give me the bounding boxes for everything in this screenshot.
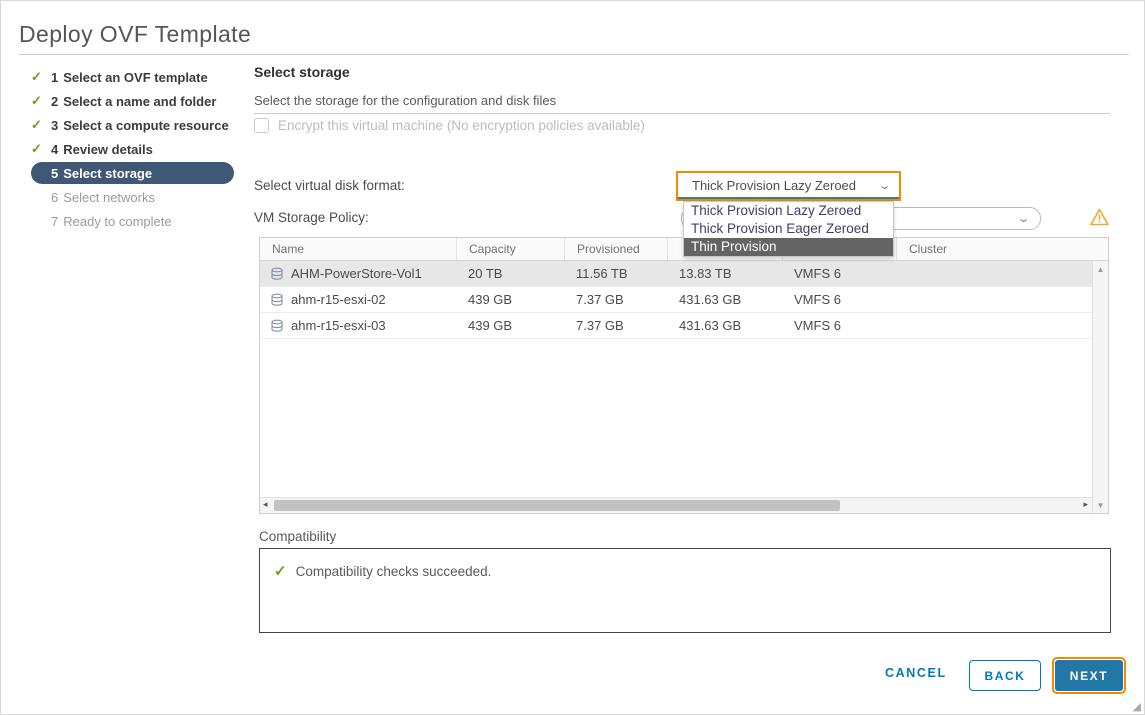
warning-triangle-icon: [1089, 207, 1110, 227]
disk-format-label: Select virtual disk format:: [254, 178, 405, 193]
checkmark-icon: ✓: [31, 117, 51, 133]
step-select-compute-resource[interactable]: ✓ 3 Select a compute resource: [31, 113, 241, 137]
datastore-name: ahm-r15-esxi-02: [291, 287, 386, 312]
step-label: Select a compute resource: [63, 118, 228, 133]
step-number: 3: [51, 118, 58, 133]
table-row-ahm-powerstore-vol1[interactable]: AHM-PowerStore-Vol1 20 TB 11.56 TB 13.83…: [260, 261, 1092, 287]
step-select-storage-active[interactable]: 5 Select storage: [31, 162, 234, 184]
compatibility-message: Compatibility checks succeeded.: [296, 564, 492, 579]
back-button[interactable]: BACK: [969, 660, 1041, 691]
column-header-capacity[interactable]: Capacity: [456, 238, 564, 260]
type-cell: VMFS 6: [782, 313, 896, 338]
horizontal-scrollbar[interactable]: ◂ ▸: [260, 497, 1092, 513]
page-title: Deploy OVF Template: [19, 21, 251, 48]
table-row-ahm-r15-esxi-02[interactable]: ahm-r15-esxi-02 439 GB 7.37 GB 431.63 GB…: [260, 287, 1092, 313]
datastore-icon: [270, 267, 284, 281]
free-cell: 431.63 GB: [667, 287, 782, 312]
capacity-cell: 20 TB: [456, 261, 564, 286]
disk-format-selected-value: Thick Provision Lazy Zeroed: [692, 178, 880, 193]
step-label: Select an OVF template: [63, 70, 208, 85]
title-divider: [19, 54, 1129, 55]
step-label: Select networks: [63, 190, 155, 205]
vertical-scrollbar[interactable]: ▲ ▼: [1092, 261, 1108, 513]
free-cell: 431.63 GB: [667, 313, 782, 338]
step-label: Review details: [63, 142, 153, 157]
step-ready-to-complete[interactable]: 7 Ready to complete: [31, 209, 241, 233]
datastore-icon: [270, 319, 284, 333]
step-label: Ready to complete: [63, 214, 171, 229]
step-number: 6: [51, 190, 58, 205]
column-header-cluster[interactable]: Cluster: [896, 238, 1108, 260]
type-cell: VMFS 6: [782, 261, 896, 286]
column-header-name[interactable]: Name: [260, 238, 456, 260]
encrypt-vm-checkbox[interactable]: [254, 118, 269, 133]
datastore-table: Name Capacity Provisioned Cluster AHM-Po…: [259, 237, 1109, 514]
step-number: 2: [51, 94, 58, 109]
provisioned-cell: 7.37 GB: [564, 313, 667, 338]
section-divider: [254, 113, 1110, 114]
step-number: 5: [51, 166, 58, 181]
scroll-up-arrow-icon[interactable]: ▲: [1093, 265, 1108, 274]
checkmark-icon: ✓: [31, 141, 51, 157]
step-number: 1: [51, 70, 58, 85]
chevron-down-icon: ⌄: [1017, 212, 1030, 225]
compatibility-label: Compatibility: [259, 529, 336, 544]
next-button-highlight: NEXT: [1052, 657, 1126, 694]
cluster-cell: [896, 287, 1092, 312]
checkmark-icon: ✓: [31, 93, 51, 109]
chevron-down-icon: ⌄: [878, 179, 891, 192]
compatibility-panel: ✓ Compatibility checks succeeded.: [259, 548, 1111, 633]
step-select-networks[interactable]: 6 Select networks: [31, 185, 241, 209]
menu-item-thick-eager[interactable]: Thick Provision Eager Zeroed: [684, 220, 893, 238]
cluster-cell: [896, 261, 1092, 286]
menu-item-thick-lazy[interactable]: Thick Provision Lazy Zeroed: [684, 202, 893, 220]
provisioned-cell: 7.37 GB: [564, 287, 667, 312]
disk-format-select[interactable]: Thick Provision Lazy Zeroed ⌄: [676, 171, 901, 201]
step-number: 4: [51, 142, 58, 157]
encrypt-vm-row: Encrypt this virtual machine (No encrypt…: [254, 115, 645, 135]
step-review-details[interactable]: ✓ 4 Review details: [31, 137, 241, 161]
scroll-left-arrow-icon[interactable]: ◂: [263, 499, 268, 510]
checkmark-icon: ✓: [274, 562, 287, 580]
deploy-ovf-template-dialog: Deploy OVF Template ✓ 1 Select an OVF te…: [0, 0, 1145, 715]
provisioned-cell: 11.56 TB: [564, 261, 667, 286]
capacity-cell: 439 GB: [456, 313, 564, 338]
capacity-cell: 439 GB: [456, 287, 564, 312]
step-label: Select storage: [63, 166, 152, 181]
step-select-name-folder[interactable]: ✓ 2 Select a name and folder: [31, 89, 241, 113]
scroll-down-arrow-icon[interactable]: ▼: [1093, 501, 1108, 510]
section-subheading: Select the storage for the configuration…: [254, 93, 556, 108]
resize-grip-icon[interactable]: ◢: [1133, 700, 1141, 713]
cancel-button[interactable]: CANCEL: [885, 666, 947, 680]
wizard-steps: ✓ 1 Select an OVF template ✓ 2 Select a …: [31, 65, 241, 233]
datastore-icon: [270, 293, 284, 307]
type-cell: VMFS 6: [782, 287, 896, 312]
storage-policy-label: VM Storage Policy:: [254, 210, 369, 225]
encrypt-vm-label: Encrypt this virtual machine (No encrypt…: [278, 118, 645, 133]
disk-format-dropdown-menu: Thick Provision Lazy Zeroed Thick Provis…: [683, 201, 894, 257]
horizontal-scroll-thumb[interactable]: [274, 500, 840, 511]
section-heading: Select storage: [254, 64, 350, 80]
next-button[interactable]: NEXT: [1055, 660, 1123, 691]
step-label: Select a name and folder: [63, 94, 216, 109]
datastore-name: ahm-r15-esxi-03: [291, 313, 386, 338]
free-cell: 13.83 TB: [667, 261, 782, 286]
menu-item-thin-provision[interactable]: Thin Provision: [684, 238, 893, 256]
datastore-name: AHM-PowerStore-Vol1: [291, 261, 422, 286]
step-select-ovf-template[interactable]: ✓ 1 Select an OVF template: [31, 65, 241, 89]
checkmark-icon: ✓: [31, 69, 51, 85]
step-number: 7: [51, 214, 58, 229]
scroll-right-arrow-icon[interactable]: ▸: [1083, 499, 1088, 510]
cluster-cell: [896, 313, 1092, 338]
table-row-ahm-r15-esxi-03[interactable]: ahm-r15-esxi-03 439 GB 7.37 GB 431.63 GB…: [260, 313, 1092, 339]
column-header-provisioned[interactable]: Provisioned: [564, 238, 667, 260]
datastore-table-body: AHM-PowerStore-Vol1 20 TB 11.56 TB 13.83…: [260, 261, 1092, 497]
